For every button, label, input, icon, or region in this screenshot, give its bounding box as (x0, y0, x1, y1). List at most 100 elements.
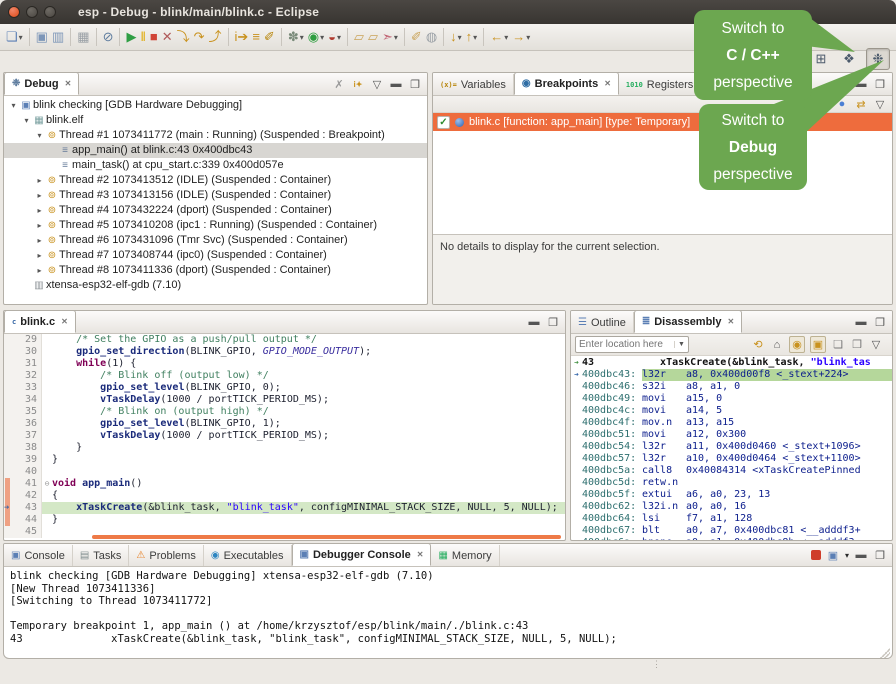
skip-all-breakpoints-button[interactable]: ⊘ (101, 27, 116, 47)
editor-line[interactable]: 40 (4, 466, 565, 478)
expand-closed-icon[interactable]: ▸ (34, 173, 45, 188)
disassembly-row[interactable]: 400dbc64:lsif7, a1, 128 (571, 513, 892, 525)
close-icon[interactable]: ✕ (65, 79, 72, 88)
disassembly-row[interactable]: 400dbc5d:retw.n (571, 477, 892, 489)
editor-line[interactable]: 39} (4, 454, 565, 466)
cpp-perspective-button[interactable]: ❖ (838, 49, 860, 69)
debug-tree-item[interactable]: ▾▦blink.elf (4, 113, 427, 128)
display-selected-console-icon[interactable]: ▣ (826, 548, 840, 563)
breakpoints-tab-registers[interactable]: 1010Registers (619, 74, 701, 95)
view-menu-icon[interactable]: ▽ (869, 337, 883, 352)
fold-collapse-icon[interactable]: ⊖ (42, 478, 52, 490)
launch-config-button[interactable]: ➣▾ (380, 27, 400, 47)
home-icon[interactable]: ⌂ (770, 337, 784, 352)
debug-tree-item[interactable]: ▸⊚Thread #4 1073432224 (dport) (Suspende… (4, 203, 427, 218)
disassembly-row[interactable]: 400dbc4c:movia14, 5 (571, 405, 892, 417)
debug-button[interactable]: ✽▾ (286, 27, 306, 47)
expand-closed-icon[interactable]: ▸ (34, 218, 45, 233)
dropdown-arrow-icon[interactable]: ▾ (300, 33, 304, 42)
debug-tab-debug[interactable]: ❉Debug✕ (4, 72, 79, 95)
disassembly-row[interactable]: 400dbc57:l32ra10, 0x400d0464 <_stext+110… (571, 453, 892, 465)
debug-tree-item[interactable]: ≡main_task() at cpu_start.c:339 0x400d05… (4, 158, 427, 173)
dropdown-arrow-icon[interactable]: ▾ (394, 33, 398, 42)
disassembly-row[interactable]: ➔400dbc43:l32ra8, 0x400d00f8 <_stext+224… (571, 369, 892, 381)
editor-line[interactable]: 36 gpio_set_level(BLINK_GPIO, 1); (4, 418, 565, 430)
console-tab-problems[interactable]: ⚠Problems (129, 545, 203, 566)
dropdown-arrow-icon[interactable]: ▾ (337, 33, 341, 42)
console-tab-debugger-console[interactable]: ▣Debugger Console✕ (292, 543, 432, 566)
disassembly-row[interactable]: 400dbc67:blta0, a7, 0x400dbc81 <__adddf3… (571, 525, 892, 537)
minimize-icon[interactable]: ▬ (389, 77, 403, 92)
sync-icon[interactable]: ⟲ (751, 337, 765, 352)
external-tools-button[interactable]: ◍ (424, 27, 439, 47)
show-source-icon[interactable]: ◉ (789, 336, 805, 353)
view-menu-icon[interactable]: ▽ (873, 97, 887, 112)
step-over-button[interactable]: ↷ (192, 27, 207, 47)
minimize-icon[interactable]: ▬ (854, 548, 868, 563)
track-expression-icon[interactable]: ▣ (810, 336, 826, 353)
minimize-icon[interactable]: ▬ (854, 315, 868, 330)
link-with-debug-view-icon[interactable]: ⇄ (854, 97, 868, 112)
disconnect-button[interactable]: ✕ (160, 27, 175, 47)
expand-closed-icon[interactable]: ▸ (34, 203, 45, 218)
editor-horizontal-scrollbar[interactable] (92, 535, 561, 539)
open-resource-button[interactable]: ▱ (366, 27, 380, 47)
save-all-button[interactable]: ▥ (50, 27, 66, 47)
disassembly-row[interactable]: 400dbc46:s32ia8, a1, 0 (571, 381, 892, 393)
expand-open-icon[interactable]: ▾ (8, 98, 19, 113)
window-maximize-button[interactable] (44, 6, 56, 18)
close-icon[interactable]: ✕ (417, 550, 424, 559)
debug-tree-item[interactable]: ▾▣blink checking [GDB Hardware Debugging… (4, 98, 427, 113)
resume-button[interactable]: ▶ (124, 27, 138, 47)
breakpoints-list-area[interactable] (433, 131, 892, 234)
console-tab-memory[interactable]: ▦Memory (431, 545, 499, 566)
console-tab-tasks[interactable]: ▤Tasks (73, 545, 130, 566)
suspend-button[interactable]: ‖ (138, 27, 147, 47)
minimize-icon[interactable]: ▬ (527, 315, 541, 330)
disassembly-tab-disassembly[interactable]: ≣Disassembly✕ (634, 310, 742, 333)
debug-tree-item[interactable]: ▾⊚Thread #1 1073411772 (main : Running) … (4, 128, 427, 143)
debug-tree-item[interactable]: ▸⊚Thread #2 1073413512 (IDLE) (Suspended… (4, 173, 427, 188)
show-breakpoint-paths-icon[interactable]: ● (835, 97, 849, 112)
build-button[interactable]: ▦ (75, 27, 91, 47)
editor-line[interactable]: 41⊖void app_main() (4, 478, 565, 490)
location-input[interactable] (576, 339, 674, 350)
close-icon[interactable]: ✕ (61, 317, 68, 326)
code-editor[interactable]: 29 /* Set the GPIO as a push/pull output… (4, 334, 565, 540)
console-tab-console[interactable]: ▣Console (4, 545, 73, 566)
disassembly-row[interactable]: 400dbc51:movia12, 0x300 (571, 429, 892, 441)
editor-line[interactable]: 29 /* Set the GPIO as a push/pull output… (4, 334, 565, 346)
expand-closed-icon[interactable]: ▸ (34, 248, 45, 263)
save-button[interactable]: ▣ (34, 27, 50, 47)
dropdown-arrow-icon[interactable]: ▾ (526, 33, 530, 42)
back-button[interactable]: ←▾ (488, 27, 510, 47)
expand-open-icon[interactable]: ▾ (34, 128, 45, 143)
debug-tree-item[interactable]: ≡app_main() at blink.c:43 0x400dbc43 (4, 143, 427, 158)
breakpoint-checkbox[interactable]: ✓ (437, 116, 450, 129)
debug-tree-item[interactable]: ▸⊚Thread #7 1073408744 (ipc0) (Suspended… (4, 248, 427, 263)
minimize-icon[interactable]: ▬ (854, 77, 868, 92)
disassembly-row[interactable]: 400dbc5f:extuia6, a0, 23, 13 (571, 489, 892, 501)
debug-perspective-button[interactable]: ❉ (866, 48, 890, 70)
open-element-button[interactable]: ▱ (352, 27, 366, 47)
editor-line[interactable]: 30 gpio_set_direction(BLINK_GPIO, GPIO_M… (4, 346, 565, 358)
show-debug-sources-button[interactable]: ≡ (250, 27, 262, 47)
expand-open-icon[interactable]: ▾ (21, 113, 32, 128)
maximize-icon[interactable]: ❐ (408, 77, 422, 92)
window-close-button[interactable] (8, 6, 20, 18)
step-into-button[interactable]: ⤵ (175, 27, 192, 47)
new-button[interactable]: ❏▾ (4, 27, 25, 47)
editor-tab-blink-c[interactable]: cblink.c✕ (4, 310, 76, 333)
step-return-button[interactable]: ⤴ (207, 27, 224, 47)
maximize-icon[interactable]: ❐ (873, 77, 887, 92)
disassembly-listing[interactable]: ➔43 xTaskCreate(&blink_task, "blink_tas➔… (571, 356, 892, 540)
maximize-icon[interactable]: ❐ (873, 548, 887, 563)
instruction-stepping-mode-icon[interactable]: i✦ (351, 77, 365, 92)
disassembly-row[interactable]: 400dbc4f:mov.na13, a15 (571, 417, 892, 429)
breakpoint-row[interactable]: ✓ blink.c [function: app_main] [type: Te… (433, 113, 892, 131)
trace-control-button[interactable]: ✐ (262, 27, 277, 47)
editor-line[interactable]: 44} (4, 514, 565, 526)
profile-button[interactable]: ◒▾ (326, 27, 343, 47)
last-edit-location-button[interactable]: ↓▾ (448, 27, 464, 47)
terminate-button[interactable]: ■ (148, 27, 160, 47)
